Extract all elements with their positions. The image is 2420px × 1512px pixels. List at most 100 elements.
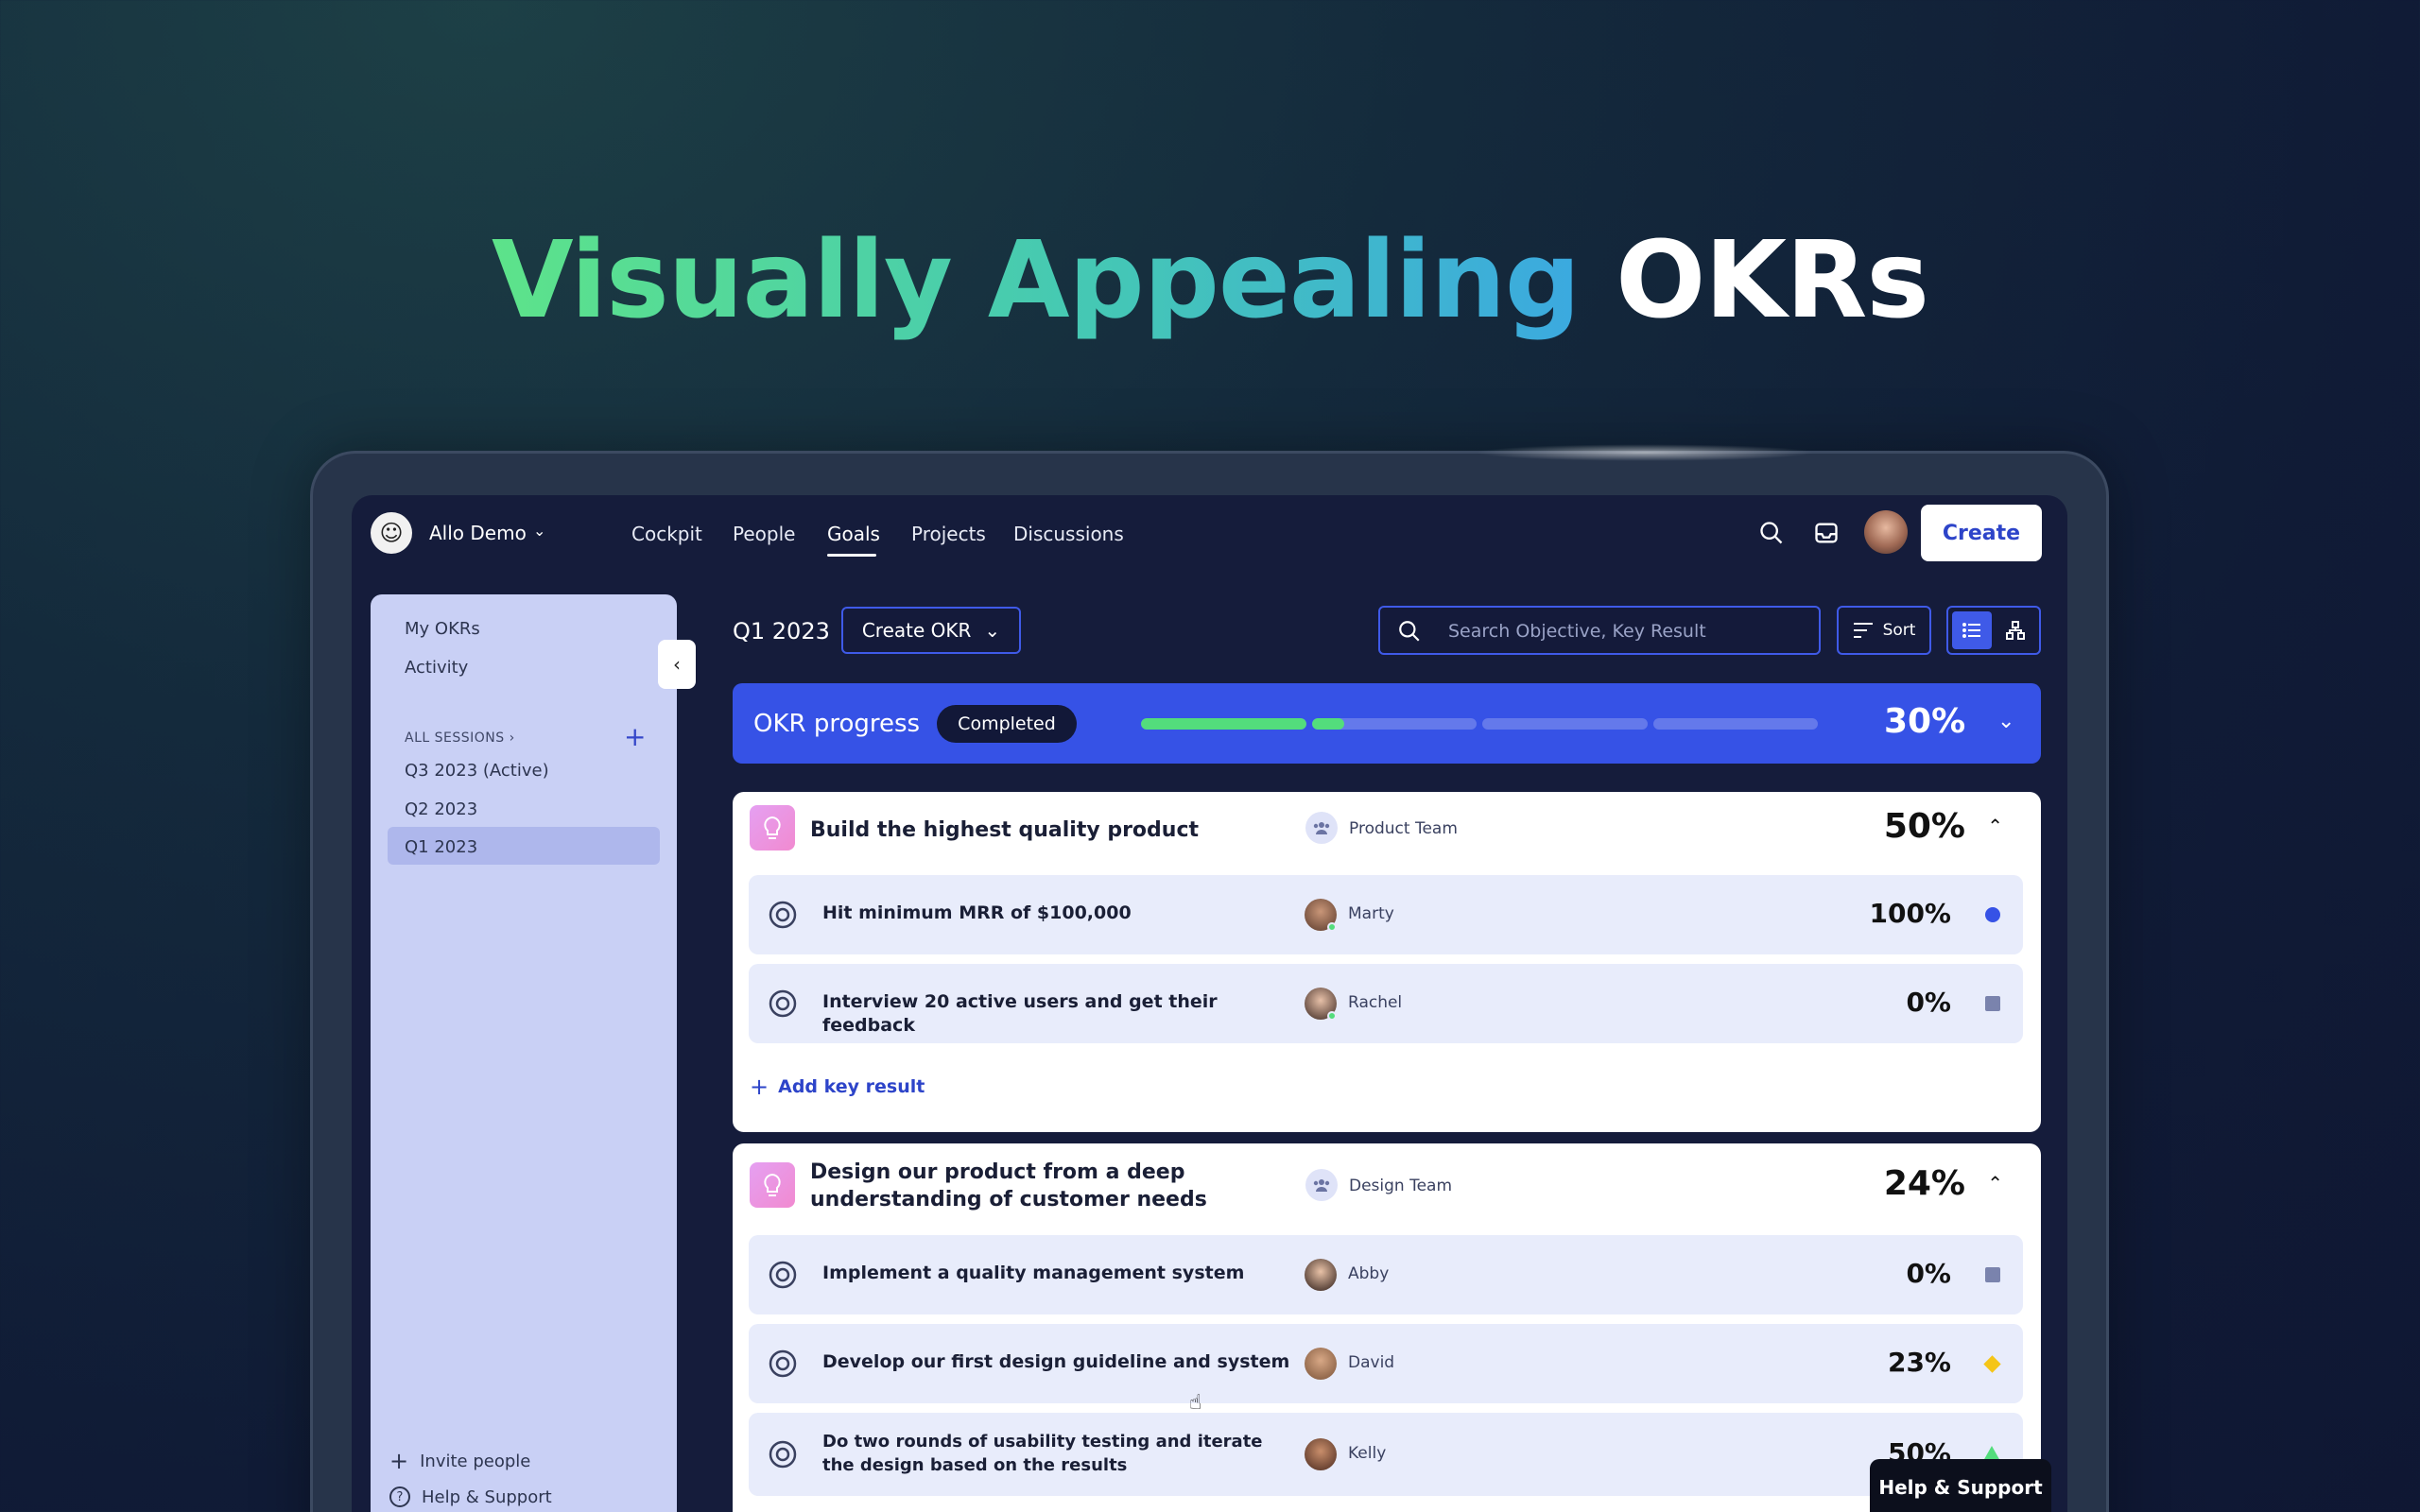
key-result-row[interactable]: Hit minimum MRR of $100,000 Marty 100% bbox=[749, 875, 2023, 954]
plus-icon: + bbox=[750, 1074, 769, 1100]
objective-title[interactable]: Design our product from a deep understan… bbox=[810, 1159, 1302, 1213]
team-name[interactable]: Product Team bbox=[1349, 819, 1458, 838]
create-okr-button[interactable]: Create OKR ⌄ bbox=[841, 607, 1021, 654]
status-circle-icon bbox=[1985, 907, 2000, 922]
online-status-dot bbox=[1327, 1011, 1337, 1021]
hand-cursor-icon: ☝ bbox=[1189, 1391, 1202, 1415]
chevron-down-icon[interactable]: ⌄ bbox=[533, 522, 545, 540]
search-icon bbox=[1397, 619, 1422, 647]
help-support-link[interactable]: ? Help & Support bbox=[389, 1486, 552, 1507]
collapse-sidebar-button[interactable]: ‹ bbox=[658, 640, 696, 689]
list-view-icon[interactable] bbox=[1952, 611, 1992, 649]
key-result-row[interactable]: Implement a quality management system Ab… bbox=[749, 1235, 2023, 1314]
plus-icon: + bbox=[389, 1448, 409, 1474]
sidebar: My OKRs Activity ALL SESSIONS › + Q3 202… bbox=[371, 594, 677, 1512]
team-name[interactable]: Design Team bbox=[1349, 1177, 1452, 1195]
add-key-result-label: Add key result bbox=[778, 1076, 925, 1097]
okr-progress-percent: 30% bbox=[1884, 702, 1966, 741]
objective-title[interactable]: Build the highest quality product bbox=[810, 816, 1302, 844]
key-result-title: Implement a quality management system bbox=[822, 1263, 1245, 1283]
okr-progress-label: OKR progress bbox=[753, 710, 921, 738]
nav-active-indicator bbox=[827, 554, 876, 557]
sidebar-item-q1-2023[interactable]: Q1 2023 bbox=[405, 837, 477, 857]
key-result-row[interactable]: Develop our first design guideline and s… bbox=[749, 1324, 2023, 1403]
key-result-percent: 0% bbox=[1906, 987, 1951, 1018]
help-circle-icon: ? bbox=[389, 1486, 410, 1507]
status-square-icon bbox=[1985, 996, 2000, 1011]
nav-people[interactable]: People bbox=[733, 523, 795, 545]
sort-label: Sort bbox=[1882, 621, 1916, 640]
chevron-down-icon[interactable]: ⌄ bbox=[1997, 710, 2014, 733]
chevron-up-icon[interactable]: ⌃ bbox=[1987, 1172, 2003, 1194]
progress-segment-fill bbox=[1311, 718, 1345, 730]
help-support-button[interactable]: Help & Support bbox=[1870, 1459, 2051, 1512]
progress-segment bbox=[1311, 718, 1477, 730]
okr-progress-banner[interactable]: OKR progress Completed 30% ⌄ bbox=[733, 683, 2041, 764]
app-screen: ☺ Allo Demo ⌄ Cockpit People Goals Proje… bbox=[352, 495, 2067, 1512]
target-icon bbox=[768, 1439, 798, 1473]
sidebar-item-q2-2023[interactable]: Q2 2023 bbox=[405, 799, 477, 819]
key-result-owner: Kelly bbox=[1348, 1444, 1387, 1463]
status-badge: Completed bbox=[937, 705, 1077, 743]
progress-segment bbox=[1652, 718, 1818, 730]
hero-title-gradient: Visually Appealing bbox=[491, 219, 1581, 342]
sidebar-item-my-okrs[interactable]: My OKRs bbox=[405, 619, 480, 639]
hero-title-white: OKRs bbox=[1616, 219, 1929, 342]
search-icon[interactable] bbox=[1754, 516, 1789, 550]
add-key-result-button[interactable]: + Add key result bbox=[750, 1074, 925, 1100]
progress-track bbox=[1141, 718, 1818, 730]
all-sessions-label: ALL SESSIONS bbox=[405, 730, 505, 746]
top-nav: ☺ Allo Demo ⌄ Cockpit People Goals Proje… bbox=[352, 495, 2067, 571]
sidebar-item-q3-2023[interactable]: Q3 2023 (Active) bbox=[405, 761, 549, 781]
team-icon bbox=[1305, 812, 1338, 844]
sidebar-item-activity[interactable]: Activity bbox=[405, 658, 468, 678]
invite-people-label: Invite people bbox=[420, 1451, 531, 1471]
objective-card: Build the highest quality product Produc… bbox=[733, 792, 2041, 1132]
invite-people-link[interactable]: + Invite people bbox=[389, 1448, 530, 1474]
target-icon bbox=[768, 988, 798, 1022]
chevron-down-icon: ⌄ bbox=[984, 619, 1001, 642]
sidebar-section-all-sessions[interactable]: ALL SESSIONS › bbox=[405, 730, 515, 746]
target-icon bbox=[768, 1260, 798, 1294]
target-icon bbox=[768, 900, 798, 934]
workspace-name[interactable]: Allo Demo bbox=[429, 522, 527, 544]
sort-button[interactable]: Sort bbox=[1837, 606, 1931, 655]
sort-lines-icon bbox=[1853, 623, 1873, 638]
objective-percent: 24% bbox=[1883, 1164, 1965, 1203]
status-diamond-icon bbox=[1983, 1355, 2001, 1373]
key-result-row[interactable]: Interview 20 active users and get their … bbox=[749, 964, 2023, 1043]
workspace-avatar[interactable]: ☺ bbox=[371, 512, 412, 554]
key-result-owner: Abby bbox=[1348, 1264, 1390, 1283]
key-result-title: Do two rounds of usability testing and i… bbox=[822, 1432, 1263, 1475]
create-okr-label: Create OKR bbox=[861, 619, 972, 642]
nav-projects[interactable]: Projects bbox=[911, 523, 986, 545]
chevron-left-icon: ‹ bbox=[673, 653, 681, 676]
key-result-owner: David bbox=[1348, 1353, 1395, 1372]
search-input[interactable] bbox=[1448, 617, 1807, 645]
key-result-percent: 100% bbox=[1869, 898, 1951, 929]
nav-goals[interactable]: Goals bbox=[827, 523, 880, 545]
team-icon bbox=[1305, 1169, 1338, 1201]
target-icon bbox=[768, 1349, 798, 1383]
objective-percent: 50% bbox=[1883, 807, 1965, 846]
view-toggle bbox=[1946, 606, 2041, 655]
lightbulb-icon bbox=[750, 805, 795, 850]
chevron-up-icon[interactable]: ⌃ bbox=[1987, 815, 2003, 837]
user-avatar[interactable] bbox=[1864, 510, 1908, 554]
device-glow bbox=[1475, 444, 1815, 461]
create-button[interactable]: Create bbox=[1921, 505, 2042, 561]
nav-discussions[interactable]: Discussions bbox=[1013, 523, 1124, 545]
inbox-icon[interactable] bbox=[1809, 516, 1843, 550]
online-status-dot bbox=[1327, 922, 1337, 932]
lightbulb-icon bbox=[750, 1162, 795, 1208]
add-session-plus-icon[interactable]: + bbox=[624, 721, 646, 752]
key-result-owner: Rachel bbox=[1348, 993, 1403, 1012]
key-result-percent: 23% bbox=[1887, 1347, 1951, 1378]
search-field[interactable] bbox=[1378, 606, 1821, 655]
avatar bbox=[1305, 1259, 1337, 1291]
tree-view-icon[interactable] bbox=[1996, 611, 2035, 649]
key-result-row[interactable]: Do two rounds of usability testing and i… bbox=[749, 1413, 2023, 1496]
nav-cockpit[interactable]: Cockpit bbox=[631, 523, 702, 545]
key-result-owner: Marty bbox=[1348, 904, 1394, 923]
key-result-title: Hit minimum MRR of $100,000 bbox=[822, 902, 1132, 923]
